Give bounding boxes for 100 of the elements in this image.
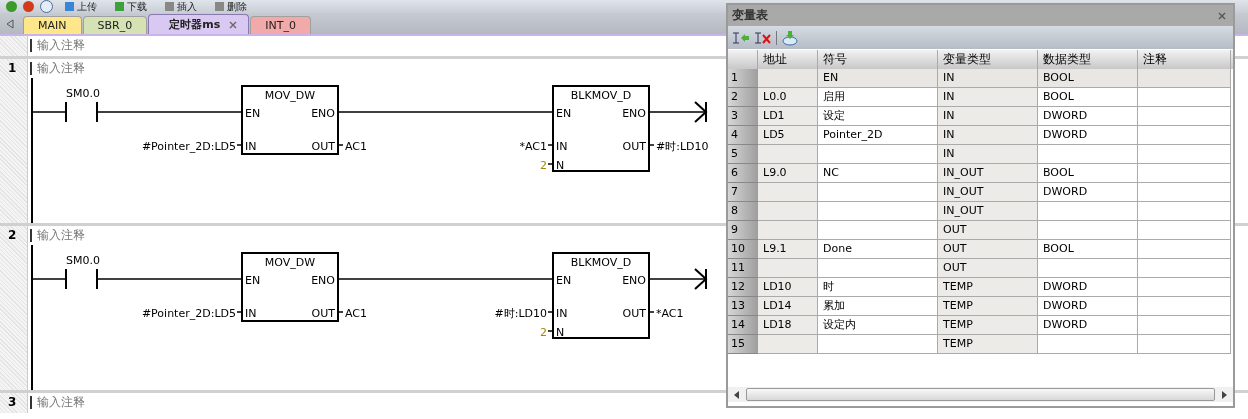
table-cell[interactable]: TEMP	[938, 316, 1038, 335]
function-block[interactable]	[552, 85, 650, 172]
table-cell[interactable]	[758, 145, 818, 164]
toolbar-button[interactable]: 插入	[159, 0, 203, 13]
table-cell[interactable]: DWORD	[1038, 297, 1138, 316]
operand-label[interactable]: AC1	[345, 307, 367, 320]
table-cell[interactable]	[758, 259, 818, 278]
table-cell[interactable]: L0.0	[758, 88, 818, 107]
network-comment[interactable]: 输入注释	[37, 228, 85, 243]
close-icon[interactable]	[228, 19, 239, 30]
table-cell[interactable]	[1138, 202, 1231, 221]
table-cell[interactable]	[1138, 297, 1231, 316]
table-cell[interactable]: IN_OUT	[938, 164, 1038, 183]
table-cell[interactable]	[758, 221, 818, 240]
row-number[interactable]: 12	[728, 278, 758, 297]
operand-label[interactable]: *AC1	[656, 307, 684, 320]
table-cell[interactable]: L9.0	[758, 164, 818, 183]
tab[interactable]: 定时器ms	[148, 14, 250, 34]
toolbar-button[interactable]: 上传	[59, 0, 103, 13]
table-cell[interactable]: LD18	[758, 316, 818, 335]
contact-drawing[interactable]	[65, 101, 98, 123]
table-cell[interactable]	[1038, 145, 1138, 164]
table-cell[interactable]: DWORD	[1038, 278, 1138, 297]
function-block[interactable]	[241, 252, 339, 322]
network-comment[interactable]: 输入注释	[37, 395, 85, 410]
table-cell[interactable]	[1038, 221, 1138, 240]
scrollbar-thumb[interactable]	[746, 388, 1215, 401]
operand-label[interactable]: *AC1	[519, 140, 547, 153]
table-cell[interactable]	[1138, 164, 1231, 183]
table-cell[interactable]: IN	[938, 107, 1038, 126]
operand-label[interactable]: #时:LD10	[656, 140, 709, 153]
table-cell[interactable]: TEMP	[938, 278, 1038, 297]
table-cell[interactable]: L9.1	[758, 240, 818, 259]
table-cell[interactable]	[758, 69, 818, 88]
table-cell[interactable]: BOOL	[1038, 69, 1138, 88]
row-number[interactable]: 13	[728, 297, 758, 316]
table-cell[interactable]: LD10	[758, 278, 818, 297]
table-cell[interactable]: BOOL	[1038, 164, 1138, 183]
table-cell[interactable]	[1138, 221, 1231, 240]
table-cell[interactable]	[1138, 335, 1231, 354]
table-cell[interactable]	[1138, 259, 1231, 278]
table-cell[interactable]	[1138, 126, 1231, 145]
row-number[interactable]: 11	[728, 259, 758, 278]
tab[interactable]: SBR_0	[82, 16, 148, 34]
insert-row-icon[interactable]	[732, 29, 750, 46]
table-cell[interactable]: TEMP	[938, 335, 1038, 354]
toolbar-button[interactable]: 删除	[209, 0, 253, 13]
scroll-left-icon[interactable]	[734, 390, 740, 399]
table-cell[interactable]	[1138, 69, 1231, 88]
table-cell[interactable]: IN	[938, 69, 1038, 88]
row-number[interactable]: 7	[728, 183, 758, 202]
table-cell[interactable]	[1138, 145, 1231, 164]
row-number[interactable]: 15	[728, 335, 758, 354]
row-number[interactable]: 5	[728, 145, 758, 164]
table-cell[interactable]	[1038, 259, 1138, 278]
row-number[interactable]: 10	[728, 240, 758, 259]
table-cell[interactable]: EN	[818, 69, 938, 88]
table-cell[interactable]: DWORD	[1038, 183, 1138, 202]
network-comment[interactable]: 输入注释	[37, 61, 85, 76]
row-number[interactable]: 9	[728, 221, 758, 240]
table-cell[interactable]: LD1	[758, 107, 818, 126]
network-comment[interactable]: 输入注释	[37, 38, 85, 53]
operand-label[interactable]: #时:LD10	[494, 307, 547, 320]
table-cell[interactable]	[1138, 88, 1231, 107]
table-cell[interactable]: OUT	[938, 259, 1038, 278]
table-cell[interactable]: IN	[938, 126, 1038, 145]
table-cell[interactable]	[758, 183, 818, 202]
row-number[interactable]: 6	[728, 164, 758, 183]
operand-label[interactable]: #Pointer_2D:LD5	[141, 307, 236, 320]
table-cell[interactable]: LD14	[758, 297, 818, 316]
table-cell[interactable]	[758, 335, 818, 354]
scroll-left-icon[interactable]	[6, 18, 14, 29]
table-cell[interactable]: LD5	[758, 126, 818, 145]
table-cell[interactable]: BOOL	[1038, 240, 1138, 259]
table-cell[interactable]: DWORD	[1038, 316, 1138, 335]
table-cell[interactable]: IN_OUT	[938, 202, 1038, 221]
row-number[interactable]: 8	[728, 202, 758, 221]
function-block[interactable]	[241, 85, 339, 155]
table-cell[interactable]: DWORD	[1038, 107, 1138, 126]
table-cell[interactable]: TEMP	[938, 297, 1038, 316]
row-number[interactable]: 14	[728, 316, 758, 335]
table-cell[interactable]	[1138, 316, 1231, 335]
table-cell[interactable]: IN	[938, 145, 1038, 164]
table-cell[interactable]	[1138, 278, 1231, 297]
table-cell[interactable]	[1138, 107, 1231, 126]
table-cell[interactable]: IN_OUT	[938, 183, 1038, 202]
table-cell[interactable]	[1138, 183, 1231, 202]
table-cell[interactable]: IN	[938, 88, 1038, 107]
table-cell[interactable]	[758, 202, 818, 221]
table-cell[interactable]: DWORD	[1038, 126, 1138, 145]
row-number[interactable]: 3	[728, 107, 758, 126]
delete-row-icon[interactable]	[754, 29, 772, 46]
import-icon[interactable]	[781, 29, 799, 46]
table-cell[interactable]	[1138, 240, 1231, 259]
operand-label[interactable]: AC1	[345, 140, 367, 153]
toolbar-button[interactable]: 下载	[109, 0, 153, 13]
table-cell[interactable]: OUT	[938, 240, 1038, 259]
tab[interactable]: INT_0	[250, 16, 311, 34]
row-number[interactable]: 1	[728, 69, 758, 88]
table-cell[interactable]	[1038, 335, 1138, 354]
